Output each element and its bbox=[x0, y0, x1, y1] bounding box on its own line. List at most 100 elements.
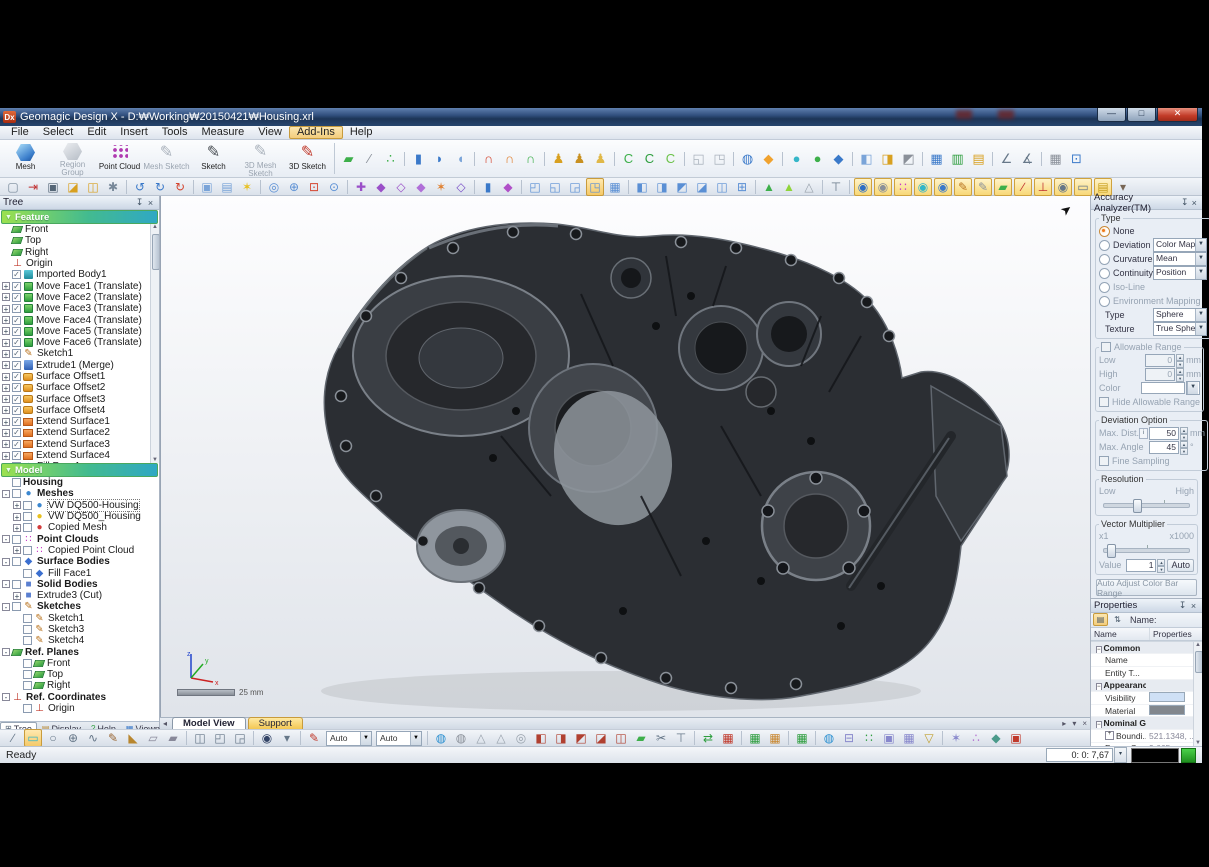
visibility-checkbox[interactable] bbox=[23, 704, 32, 713]
value-swatch[interactable] bbox=[1149, 705, 1185, 715]
visibility-checkbox[interactable] bbox=[12, 282, 21, 291]
view-iso-icon[interactable]: ⊞ bbox=[733, 178, 751, 196]
properties-scrollbar[interactable]: ▲▼ bbox=[1193, 642, 1202, 746]
feature-scrollbar[interactable]: ▲▼ bbox=[150, 224, 159, 463]
env-type-combo[interactable]: Sphere▼ bbox=[1153, 308, 1207, 322]
radio-row-envmap[interactable]: Environment Mapping bbox=[1099, 294, 1207, 308]
normal-view-icon[interactable]: ▲ bbox=[760, 178, 778, 196]
chevron-down-icon[interactable]: ▼ bbox=[360, 732, 371, 745]
paste-icon[interactable]: ▤ bbox=[218, 178, 236, 196]
property-row-material[interactable]: Material bbox=[1091, 705, 1202, 718]
pin-icon[interactable]: ↧ bbox=[1180, 197, 1190, 208]
envmap-radio[interactable] bbox=[1099, 296, 1110, 307]
toggle-surface-visibility-icon[interactable]: ◉ bbox=[914, 178, 932, 196]
feature-item-surface-offset4[interactable]: +Surface Offset4 bbox=[0, 405, 159, 416]
loft-wizard-icon[interactable]: ♟ bbox=[591, 149, 610, 168]
zoom-view-icon[interactable]: △ bbox=[472, 729, 490, 747]
expander-icon[interactable]: + bbox=[2, 373, 10, 381]
visibility-checkbox[interactable] bbox=[23, 523, 32, 532]
scale-icon[interactable]: ◇ bbox=[392, 178, 410, 196]
flood-select-icon[interactable]: ◣ bbox=[124, 729, 142, 747]
point-grid-icon[interactable]: ∷ bbox=[860, 729, 878, 747]
reverse-normal-icon[interactable]: ▲ bbox=[780, 178, 798, 196]
zoom-in-icon[interactable]: ⊕ bbox=[285, 178, 303, 196]
view-top-icon[interactable]: ◫ bbox=[713, 178, 731, 196]
preferences-icon[interactable]: ✱ bbox=[104, 178, 122, 196]
chevron-down-icon[interactable]: ▼ bbox=[410, 732, 421, 745]
feature-item-move-face2-translate[interactable]: +Move Face2 (Translate) bbox=[0, 292, 159, 303]
model-section-header[interactable]: ▼ Model bbox=[1, 463, 158, 477]
freeform-surface-icon[interactable]: ◆ bbox=[829, 149, 848, 168]
loft-icon[interactable]: ♟ bbox=[549, 149, 568, 168]
model-item-extrude3-cut[interactable]: +■Extrude3 (Cut) bbox=[0, 590, 159, 601]
menu-item-measure[interactable]: Measure bbox=[194, 126, 251, 139]
model-item-ref-coordinates[interactable]: -⊥Ref. Coordinates bbox=[0, 692, 159, 703]
model-item-sketch1[interactable]: ✎Sketch1 bbox=[0, 613, 159, 624]
collapse-icon[interactable]: − bbox=[1096, 646, 1102, 653]
expander-icon[interactable]: + bbox=[13, 513, 21, 521]
pick-tool-icon[interactable]: ∕ bbox=[4, 729, 22, 747]
curvature-radio[interactable] bbox=[1099, 254, 1110, 265]
model-item-fill-face1[interactable]: ◆Fill Face1 bbox=[0, 567, 159, 578]
undo-icon[interactable]: ↺ bbox=[131, 178, 149, 196]
feature-item-sketch1[interactable]: +✎Sketch1 bbox=[0, 348, 159, 359]
expander-icon[interactable]: - bbox=[2, 693, 10, 701]
expander-icon[interactable]: + bbox=[2, 339, 10, 347]
toggle-vector-visibility-icon[interactable]: ∕ bbox=[1014, 178, 1032, 196]
view-shaded-edges-icon[interactable]: ◳ bbox=[586, 178, 604, 196]
rotate-icon[interactable]: ◆ bbox=[372, 178, 390, 196]
fine-sampling-row[interactable]: Fine Sampling bbox=[1099, 454, 1204, 468]
chevron-down-icon[interactable]: ▼ bbox=[1195, 239, 1206, 251]
max-angle-spinner[interactable]: ▲▼ bbox=[1180, 441, 1188, 454]
stamp-select-icon[interactable]: ▰ bbox=[164, 729, 182, 747]
expander-icon[interactable]: + bbox=[2, 327, 10, 335]
visibility-checkbox[interactable] bbox=[23, 681, 32, 690]
ref-vector-icon[interactable]: ∕ bbox=[360, 149, 379, 168]
hide-range-row[interactable]: Hide Allowable Range bbox=[1099, 395, 1200, 409]
chevron-down-icon[interactable]: ▼ bbox=[1195, 323, 1206, 335]
vector-slider-thumb[interactable] bbox=[1107, 544, 1116, 558]
radio-row-curvature[interactable]: Curvature Mean▼ bbox=[1099, 252, 1207, 266]
close-icon[interactable]: × bbox=[1188, 601, 1199, 611]
expander-icon[interactable]: + bbox=[2, 406, 10, 414]
point-cloud-button[interactable]: Point Cloud bbox=[96, 140, 143, 177]
view-left-icon[interactable]: ◩ bbox=[673, 178, 691, 196]
resolution-slider[interactable] bbox=[1103, 503, 1190, 508]
surface-primitive-icon[interactable]: ● bbox=[787, 149, 806, 168]
visibility-checkbox[interactable] bbox=[12, 440, 21, 449]
3d-sketch-button[interactable]: ✎3D Sketch bbox=[284, 140, 331, 177]
move-icon[interactable]: ✚ bbox=[352, 178, 370, 196]
chevron-down-icon[interactable]: ▼ bbox=[1195, 309, 1206, 321]
menu-item-file[interactable]: File bbox=[4, 126, 36, 139]
feature-item-extend-surface3[interactable]: +Extend Surface3 bbox=[0, 439, 159, 450]
fine-sampling-checkbox[interactable] bbox=[1099, 456, 1109, 466]
radio-row-isoline[interactable]: Iso-Line bbox=[1099, 280, 1207, 294]
transform-icon[interactable]: ◆ bbox=[412, 178, 430, 196]
feature-item-surface-offset2[interactable]: +Surface Offset2 bbox=[0, 382, 159, 393]
view-mesh-icon[interactable]: ▦ bbox=[606, 178, 624, 196]
select-backface-icon[interactable]: ◲ bbox=[231, 729, 249, 747]
zoom-area-icon[interactable]: ⊡ bbox=[305, 178, 323, 196]
menu-item-help[interactable]: Help bbox=[343, 126, 380, 139]
extrude-solid-icon[interactable]: ▮ bbox=[409, 149, 428, 168]
interactive-align-icon[interactable]: ▥ bbox=[948, 149, 967, 168]
visibility-checkbox[interactable] bbox=[12, 270, 21, 279]
dome-wizard-icon[interactable]: ∩ bbox=[521, 149, 540, 168]
toggle-point-cloud-visibility-icon[interactable]: ∷ bbox=[894, 178, 912, 196]
expander-icon[interactable]: - bbox=[2, 490, 10, 498]
visibility-checkbox[interactable] bbox=[23, 659, 32, 668]
new-file-icon[interactable]: ▢ bbox=[4, 178, 22, 196]
menu-item-select[interactable]: Select bbox=[36, 126, 81, 139]
close-icon[interactable]: × bbox=[1189, 198, 1199, 208]
isoline-radio[interactable] bbox=[1099, 282, 1110, 293]
property-row-visibility[interactable]: Visibility bbox=[1091, 692, 1202, 705]
pan-icon[interactable]: ◍ bbox=[452, 729, 470, 747]
rectangle-select-icon[interactable]: ▭ bbox=[24, 729, 42, 747]
hand-pick-icon[interactable]: ▦ bbox=[766, 729, 784, 747]
grid-snap-icon[interactable]: ▦ bbox=[900, 729, 918, 747]
update-icon[interactable]: ↻ bbox=[171, 178, 189, 196]
expander-icon[interactable]: + bbox=[2, 305, 10, 313]
feature-item-extend-surface4[interactable]: +Extend Surface4 bbox=[0, 450, 159, 461]
model-item-point-clouds[interactable]: -∷Point Clouds bbox=[0, 533, 159, 544]
visibility-checkbox[interactable] bbox=[12, 557, 21, 566]
